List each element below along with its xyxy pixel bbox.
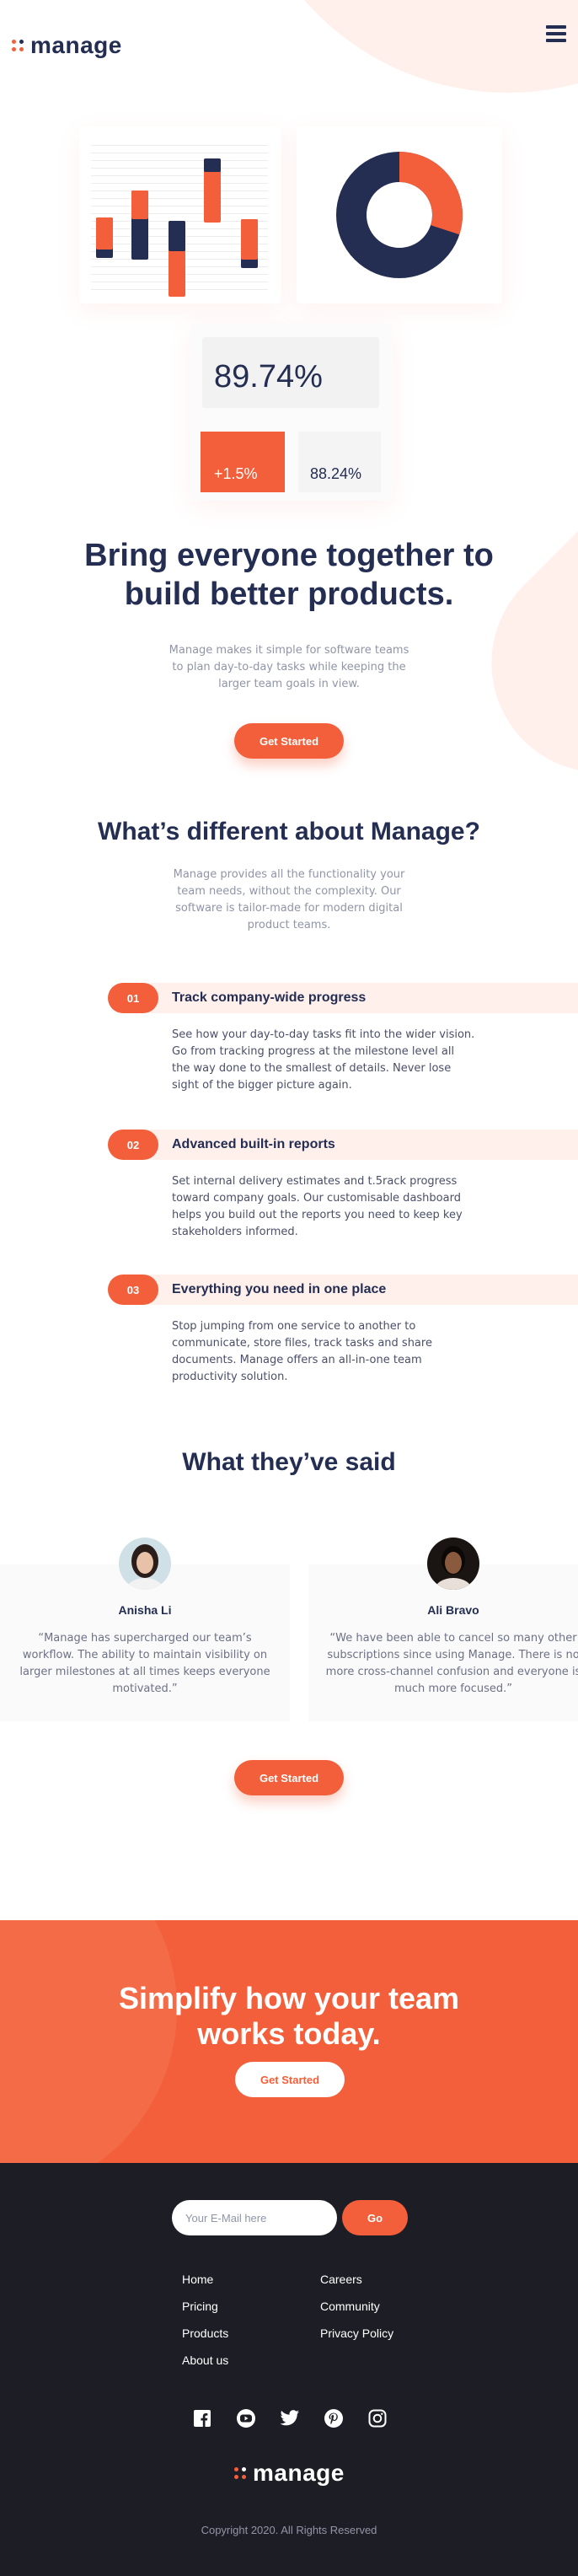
footer-link-careers[interactable]: Careers [320, 2273, 362, 2286]
hero-text: Manage makes it simple for software team… [169, 644, 409, 690]
footer-link-home[interactable]: Home [182, 2273, 213, 2286]
chart-bar [131, 191, 148, 219]
footer-logo-text: manage [253, 2460, 345, 2486]
section-title: What’s different about Manage? [98, 818, 480, 845]
feature-number: 02 [108, 1130, 158, 1160]
feature-title: Everything you need in one place [172, 1282, 387, 1296]
instagram-icon[interactable] [367, 2407, 388, 2429]
site-footer: Go Home Pricing Products About us Career… [0, 2163, 578, 2576]
chart-bar [204, 158, 221, 172]
stat-change: +1.5% [201, 432, 285, 492]
get-started-button[interactable]: Get Started [234, 723, 344, 759]
logo-mark-icon [234, 2467, 246, 2479]
go-button[interactable]: Go [342, 2200, 408, 2235]
feature-text: Stop jumping from one service to another… [172, 1320, 432, 1383]
hamburger-icon[interactable] [546, 25, 566, 42]
footer-link-products[interactable]: Products [182, 2326, 228, 2340]
chart-bar [169, 221, 185, 251]
landing-page: manage 89.74% +1.5% 88.24% Bring everyon… [0, 0, 578, 2576]
footer-link-about[interactable]: About us [182, 2353, 228, 2367]
stat-secondary: 88.24% [298, 432, 381, 492]
bar-chart-card [79, 126, 281, 303]
get-started-button[interactable]: Get Started [235, 2062, 345, 2097]
testimonials-title: What they’ve said [182, 1448, 396, 1476]
logo-mark-icon [12, 40, 24, 51]
feature-text: See how your day-to-day tasks fit into t… [172, 1028, 475, 1092]
hero-title-line2: build better products. [124, 577, 454, 612]
hero-title: Bring everyone together to build better … [0, 536, 578, 614]
chart-bar [96, 217, 113, 250]
footer-link-privacy[interactable]: Privacy Policy [320, 2326, 393, 2340]
feature-text: Set internal delivery estimates and t.5r… [172, 1175, 463, 1238]
footer-link-pricing[interactable]: Pricing [182, 2300, 218, 2313]
feature-number: 01 [108, 983, 158, 1013]
footer-link-community[interactable]: Community [320, 2300, 380, 2313]
testimonial-quote: “Manage has supercharged our team’s work… [19, 1632, 270, 1695]
cta-title: Simplify how your team works today. [0, 1981, 578, 2052]
get-started-button[interactable]: Get Started [234, 1760, 344, 1795]
cta-title-line2: works today. [197, 2016, 381, 2051]
testimonial-name: Ali Bravo [427, 1603, 479, 1617]
avatar [119, 1538, 171, 1590]
feature-number: 03 [108, 1275, 158, 1305]
cta-title-line1: Simplify how your team [118, 1981, 460, 2015]
cta-section: Simplify how your team works today. Get … [0, 1920, 578, 2163]
facebook-icon[interactable] [191, 2407, 213, 2429]
footer-logo[interactable]: manage [234, 2460, 345, 2487]
feature-title: Track company-wide progress [172, 990, 367, 1005]
logo-text: manage [30, 32, 122, 58]
chart-bar [241, 219, 258, 260]
section-text: Manage provides all the functionality yo… [173, 868, 405, 931]
hero-title-line1: Bring everyone together to [84, 538, 494, 573]
testimonial-name: Anisha Li [118, 1603, 172, 1617]
pinterest-icon[interactable] [323, 2407, 345, 2429]
twitter-icon[interactable] [279, 2407, 301, 2429]
site-header: manage [0, 0, 578, 84]
logo[interactable]: manage [12, 32, 122, 59]
stat-percentage: 89.74% [202, 337, 379, 408]
donut-chart-card [297, 126, 502, 303]
email-input[interactable] [172, 2200, 337, 2235]
background-shape [446, 412, 578, 818]
youtube-icon[interactable] [235, 2407, 257, 2429]
stats-card: 89.74% +1.5% 88.24% [190, 324, 393, 501]
testimonial-quote: “We have been able to cancel so many oth… [325, 1632, 578, 1695]
copyright-text: Copyright 2020. All Rights Reserved [201, 2524, 377, 2536]
avatar [427, 1538, 479, 1590]
feature-title: Advanced built-in reports [172, 1137, 335, 1151]
donut-chart [336, 152, 463, 278]
